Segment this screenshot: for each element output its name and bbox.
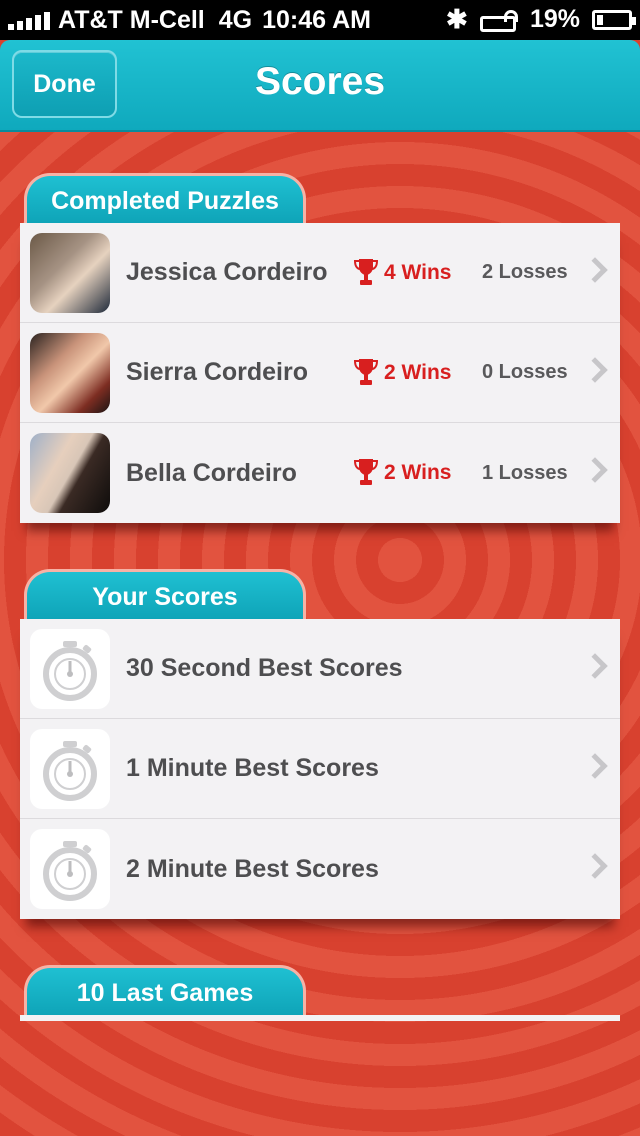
chevron-right-icon	[582, 457, 608, 483]
chevron-right-icon	[582, 653, 608, 679]
chevron-right-icon	[582, 257, 608, 283]
avatar	[30, 433, 110, 513]
chevron-right-icon	[582, 853, 608, 879]
wins-count: 2 Wins	[384, 360, 452, 384]
wins-count: 2 Wins	[384, 461, 452, 484]
list-item[interactable]: 2 Minute Best Scores	[20, 819, 620, 919]
list-item[interactable]: Bella Cordeiro 2 Wins 1 Losses	[20, 423, 620, 523]
player-name: Jessica Cordeiro	[126, 258, 328, 286]
completed-puzzles-header: Completed Puzzles	[24, 173, 306, 225]
navigation-bar: Done Scores	[0, 40, 640, 132]
stopwatch-icon	[30, 629, 110, 709]
losses-count: 0 Losses	[482, 361, 568, 383]
avatar	[30, 233, 110, 313]
score-category-label: 2 Minute Best Scores	[126, 854, 379, 883]
score-category-label: 1 Minute Best Scores	[126, 754, 379, 782]
chevron-right-icon	[582, 357, 608, 383]
clock: 10:46 AM	[262, 5, 371, 34]
player-name: Bella Cordeiro	[126, 458, 297, 487]
chevron-right-icon	[582, 753, 608, 779]
avatar	[30, 333, 110, 413]
list-item[interactable]: Sierra Cordeiro 2 Wins 0 Losses	[20, 323, 620, 423]
signal-strength-icon	[8, 10, 50, 30]
wins-count: 4 Wins	[384, 260, 452, 284]
losses-count: 2 Losses	[482, 261, 568, 283]
last-games-list	[20, 1015, 620, 1021]
last-games-header: 10 Last Games	[24, 965, 306, 1017]
trophy-icon	[354, 259, 378, 285]
list-item[interactable]: Jessica Cordeiro 4 Wins 2 Losses	[20, 223, 620, 323]
trophy-icon	[354, 359, 378, 385]
completed-puzzles-list: Jessica Cordeiro 4 Wins 2 Losses Sierra …	[20, 223, 620, 523]
rotation-lock-icon	[480, 10, 520, 32]
network-type: 4G	[218, 5, 253, 34]
list-item[interactable]: 1 Minute Best Scores	[20, 719, 620, 819]
stopwatch-icon	[30, 729, 110, 809]
your-scores-list: 30 Second Best Scores 1 Minute Best Scor…	[20, 619, 620, 919]
bluetooth-icon: ✱	[446, 4, 468, 34]
score-category-label: 30 Second Best Scores	[126, 654, 403, 682]
list-item[interactable]: 30 Second Best Scores	[20, 619, 620, 719]
status-bar: AT&T M-Cell 4G 10:46 AM ✱ 19%	[0, 0, 640, 40]
losses-count: 1 Losses	[482, 461, 568, 484]
player-name: Sierra Cordeiro	[126, 358, 309, 386]
battery-percentage: 19%	[530, 5, 581, 33]
stopwatch-icon	[30, 829, 110, 909]
battery-charging-icon	[592, 10, 636, 30]
your-scores-header: Your Scores	[24, 569, 306, 621]
page-title: Scores	[254, 60, 386, 103]
trophy-icon	[354, 459, 378, 485]
carrier-name: AT&T M-Cell	[58, 5, 205, 34]
